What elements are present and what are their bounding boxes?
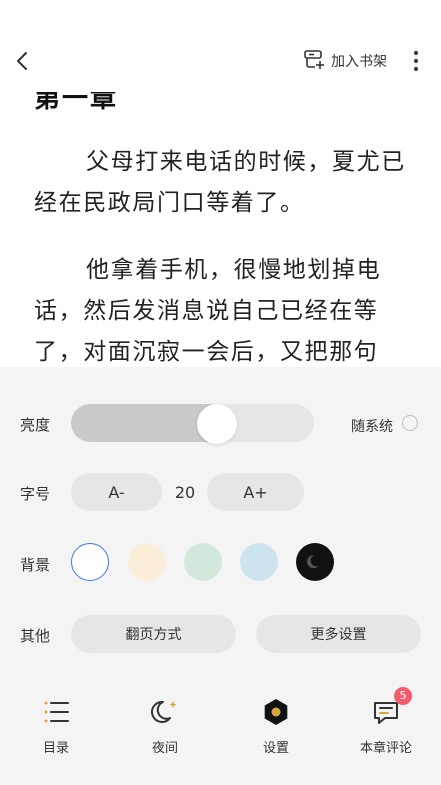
nav-catalog-label: 目录 — [42, 741, 69, 756]
other-label: 其他 — [20, 627, 51, 645]
background-dark-swatch[interactable] — [296, 543, 334, 581]
brightness-label: 亮度 — [20, 416, 51, 434]
paragraph: 他拿着手机，很慢地划掉电话，然后发消息说自己已经在等了，对面沉寂一会后，又把那句 — [34, 257, 382, 365]
moon-icon — [151, 700, 177, 723]
settings-panel: 亮度 随系统 字号 A- 20 A+ 背景 其他 翻页方式 更多设置 目录 夜间… — [0, 367, 441, 785]
more-icon[interactable] — [408, 50, 424, 72]
background-cream-swatch[interactable] — [128, 543, 166, 581]
font-decrease-button[interactable]: A- — [71, 473, 162, 511]
brightness-slider[interactable] — [71, 404, 314, 442]
add-to-shelf-button[interactable]: 加入书架 — [331, 51, 387, 71]
nav-settings[interactable]: 设置 — [236, 697, 316, 756]
font-size-value: 20 — [174, 483, 196, 502]
comment-count-badge: 5 — [394, 687, 412, 705]
background-label: 背景 — [20, 556, 51, 574]
brightness-fill — [71, 404, 217, 442]
nav-night[interactable]: 夜间 — [125, 697, 205, 756]
follow-system-label: 随系统 — [351, 419, 393, 435]
nav-comments-label: 本章评论 — [359, 741, 412, 756]
background-white-swatch[interactable] — [71, 543, 109, 581]
bookshelf-add-icon[interactable] — [303, 49, 325, 71]
back-icon[interactable] — [12, 50, 34, 72]
follow-system-radio[interactable] — [402, 415, 418, 431]
top-bar: 加入书架 — [0, 0, 441, 92]
moon-icon — [306, 555, 319, 569]
nav-comments[interactable]: 5 本章评论 — [346, 687, 426, 756]
nav-settings-label: 设置 — [262, 741, 289, 756]
font-size-label: 字号 — [20, 485, 51, 503]
more-settings-button[interactable]: 更多设置 — [256, 615, 421, 653]
background-green-swatch[interactable] — [184, 543, 222, 581]
background-blue-swatch[interactable] — [240, 543, 278, 581]
brightness-slider-handle[interactable] — [196, 404, 237, 444]
reading-area[interactable]: 第一章 父母打来电话的时候，夏尤已经在民政局门口等着了。 他拿着手机，很慢地划掉… — [0, 80, 441, 370]
list-icon — [44, 701, 69, 723]
font-increase-button[interactable]: A+ — [207, 473, 304, 511]
settings-icon — [264, 699, 288, 725]
page-turn-mode-button[interactable]: 翻页方式 — [71, 615, 236, 653]
nav-night-label: 夜间 — [151, 741, 178, 756]
paragraph: 父母打来电话的时候，夏尤已经在民政局门口等着了。 — [34, 149, 406, 216]
nav-catalog[interactable]: 目录 — [16, 697, 96, 756]
